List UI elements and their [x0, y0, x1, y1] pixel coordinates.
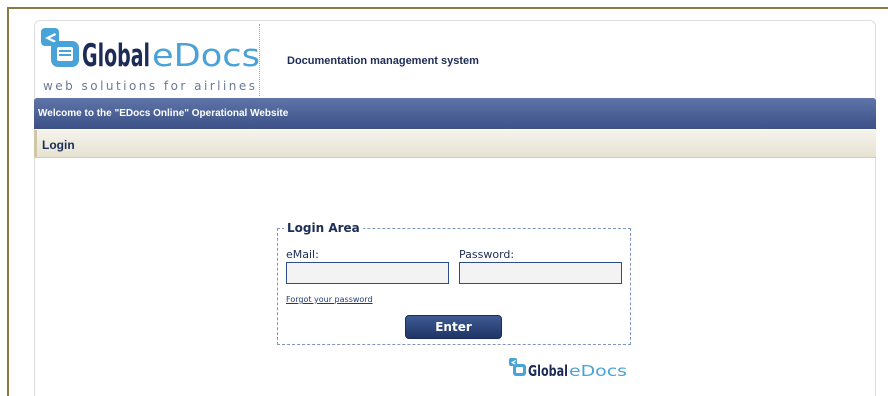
password-field[interactable] — [459, 262, 622, 284]
welcome-text: Welcome to the "EDocs Online" Operationa… — [38, 108, 289, 119]
svg-text:Global: Global — [528, 362, 568, 380]
svg-text:eDocs: eDocs — [569, 362, 627, 380]
email-field[interactable] — [286, 262, 449, 284]
logo-name-bold: Global — [82, 38, 150, 74]
footer-document-icon — [513, 364, 526, 376]
document-icon — [51, 41, 79, 67]
footer-logo: Global eDocs — [509, 358, 627, 380]
login-area-legend: Login Area — [287, 221, 360, 235]
enter-button[interactable]: Enter — [405, 315, 502, 339]
section-header: Login — [34, 130, 876, 158]
footer-logo-bold: Global — [528, 362, 568, 380]
svg-text:Global: Global — [82, 38, 150, 74]
logo-divider — [259, 24, 260, 96]
email-label: eMail: — [286, 248, 319, 261]
svg-text:eDocs: eDocs — [152, 38, 260, 74]
section-title: Login — [42, 138, 75, 152]
svg-text:web solutions for airlines: web solutions for airlines — [43, 79, 255, 93]
section-accent — [34, 130, 37, 157]
password-label: Password: — [459, 248, 515, 261]
footer-logo-light: eDocs — [569, 362, 627, 380]
logo-tagline: web solutions for airlines — [43, 79, 255, 93]
forgot-password-link[interactable]: Forgot your password — [286, 295, 373, 304]
welcome-bar: Welcome to the "EDocs Online" Operationa… — [34, 98, 876, 129]
logo-name-light: eDocs — [152, 38, 260, 74]
page-title: Documentation management system — [287, 55, 479, 67]
globaledocs-logo: Global eDocs web solutions for airlines — [41, 28, 260, 93]
